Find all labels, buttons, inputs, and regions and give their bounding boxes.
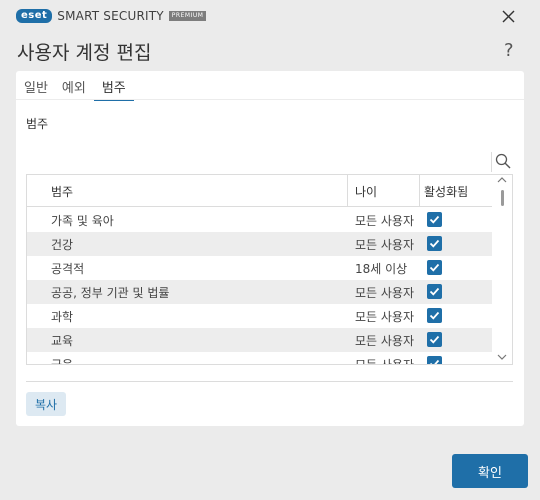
category-cell: 가족 및 육아	[51, 214, 114, 228]
help-button[interactable]: ?	[504, 40, 514, 61]
check-icon	[429, 263, 440, 272]
divider	[26, 381, 513, 382]
check-icon	[429, 215, 440, 224]
search-input[interactable]	[26, 150, 491, 174]
category-cell: 과학	[51, 310, 74, 324]
check-icon	[430, 359, 440, 364]
tab-categories[interactable]: 범주	[93, 76, 134, 101]
age-cell: 모든 사용자	[355, 238, 415, 252]
edition-badge: PREMIUM	[168, 11, 207, 21]
table-row[interactable]: 금융 모든 사용자	[27, 352, 492, 365]
search-icon	[495, 153, 511, 169]
tab-exceptions[interactable]: 예외	[62, 76, 86, 101]
age-cell: 모든 사용자	[355, 286, 415, 300]
check-icon	[429, 311, 440, 320]
enabled-checkbox[interactable]	[427, 308, 442, 323]
page-title: 사용자 계정 편집	[17, 42, 152, 64]
close-icon	[502, 10, 515, 23]
enabled-checkbox[interactable]	[427, 260, 442, 275]
table-row[interactable]: 건강 모든 사용자	[27, 232, 492, 256]
ok-button[interactable]: 확인	[452, 454, 528, 488]
content-panel: 일반 예외 범주 범주 범주 나이 활성화됨 가족 및 육아 모든 사용자 건강…	[16, 71, 524, 426]
chevron-up-icon[interactable]	[497, 176, 507, 184]
section-label: 범주	[26, 117, 49, 131]
table-header: 범주 나이 활성화됨	[27, 175, 492, 207]
enabled-checkbox[interactable]	[427, 356, 442, 364]
column-header-category[interactable]: 범주	[51, 183, 73, 200]
enabled-checkbox[interactable]	[427, 236, 442, 251]
eset-logo: eset SMART SECURITY PREMIUM	[16, 9, 207, 23]
enabled-checkbox[interactable]	[427, 284, 442, 299]
search-row	[26, 150, 513, 174]
column-divider	[419, 175, 420, 207]
category-cell: 공공, 정부 기관 및 법률	[51, 286, 170, 300]
column-header-age[interactable]: 나이	[355, 183, 377, 200]
category-table: 범주 나이 활성화됨 가족 및 육아 모든 사용자 건강 모든 사용자 공격적 …	[26, 174, 513, 365]
tab-divider	[16, 99, 524, 100]
category-cell: 공격적	[51, 262, 85, 276]
title-bar: eset SMART SECURITY PREMIUM	[0, 0, 540, 34]
table-row[interactable]: 공격적 18세 이상	[27, 256, 492, 280]
check-icon	[429, 287, 440, 296]
table-row[interactable]: 가족 및 육아 모든 사용자	[27, 208, 492, 232]
age-cell: 18세 이상	[355, 262, 408, 276]
category-cell: 교육	[51, 334, 74, 348]
enabled-checkbox[interactable]	[427, 332, 442, 347]
age-cell: 모든 사용자	[355, 214, 415, 228]
category-cell: 금융	[51, 358, 74, 365]
scrollbar-thumb[interactable]	[501, 190, 504, 206]
tab-general[interactable]: 일반	[24, 76, 48, 101]
chevron-down-icon[interactable]	[497, 353, 507, 361]
search-button[interactable]	[494, 152, 512, 170]
product-name: SMART SECURITY	[57, 9, 164, 23]
table-scrollbar[interactable]	[492, 175, 512, 364]
table-body: 가족 및 육아 모든 사용자 건강 모든 사용자 공격적 18세 이상 공공, …	[27, 208, 492, 365]
age-cell: 모든 사용자	[355, 310, 415, 324]
copy-button[interactable]: 복사	[26, 392, 67, 416]
column-divider	[347, 175, 348, 207]
column-header-enabled[interactable]: 활성화됨	[424, 183, 468, 200]
age-cell: 모든 사용자	[355, 334, 415, 348]
table-row[interactable]: 과학 모든 사용자	[27, 304, 492, 328]
table-row[interactable]: 공공, 정부 기관 및 법률 모든 사용자	[27, 280, 492, 304]
tab-bar: 일반 예외 범주	[24, 76, 148, 101]
check-icon	[429, 335, 440, 344]
eset-badge: eset	[16, 9, 53, 23]
table-row[interactable]: 교육 모든 사용자	[27, 328, 492, 352]
category-cell: 건강	[51, 238, 74, 252]
enabled-checkbox[interactable]	[427, 212, 442, 227]
check-icon	[429, 239, 440, 248]
close-button[interactable]	[498, 6, 520, 28]
age-cell: 모든 사용자	[355, 358, 415, 365]
search-divider	[491, 152, 492, 172]
